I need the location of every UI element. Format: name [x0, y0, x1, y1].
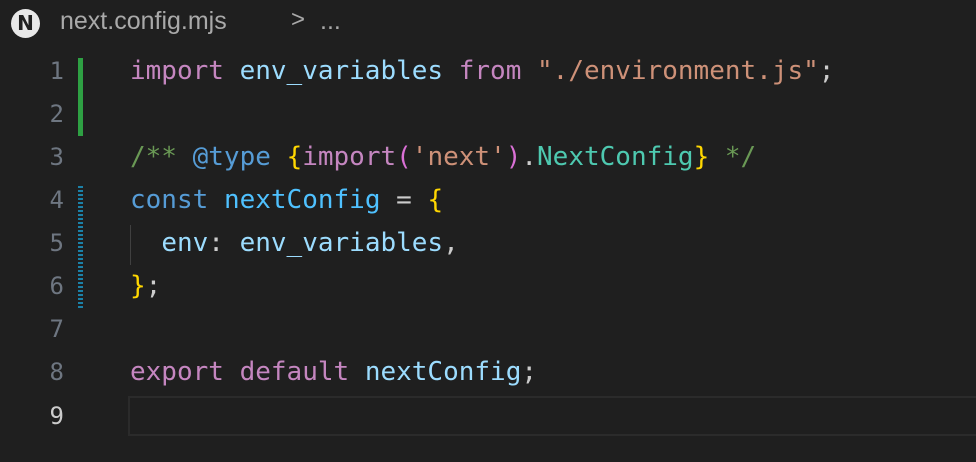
line-number: 2 — [49, 100, 64, 128]
token-punctuation: ; — [521, 357, 538, 387]
code-line-8[interactable]: 8 export default nextConfig; — [0, 351, 976, 394]
line-number: 8 — [49, 358, 64, 386]
token-variable: nextConfig — [364, 357, 522, 387]
token-variable: env_variables — [239, 228, 444, 258]
token-keyword: export — [130, 357, 224, 387]
token-string: 'next' — [411, 142, 506, 172]
token-bracket: { — [427, 185, 444, 215]
token-keyword: from — [458, 56, 522, 86]
token-doc-tag: @type — [192, 142, 271, 172]
line-number: 1 — [49, 57, 64, 85]
token-type: NextConfig — [537, 142, 694, 172]
code-text: const nextConfig = { — [130, 179, 443, 222]
token-operator: = — [380, 185, 428, 215]
token-comment — [271, 142, 287, 172]
token-variable: env_variables — [239, 56, 444, 86]
code-line-6[interactable]: 6 }; — [0, 265, 976, 308]
token-bracket: } — [693, 142, 710, 172]
code-line-9[interactable]: 9 — [0, 395, 976, 438]
code-line-1[interactable]: 1 import env_variables from "./environme… — [0, 50, 976, 93]
token-punctuation: ; — [818, 56, 835, 86]
code-text: }; — [130, 265, 161, 308]
token-punctuation: : — [208, 228, 240, 258]
token-property: env — [161, 228, 209, 258]
token-bracket: } — [130, 271, 146, 301]
line-number: 9 — [49, 402, 64, 430]
token-bracket: ( — [396, 142, 412, 172]
code-line-7[interactable]: 7 — [0, 308, 976, 351]
token-storage: const — [130, 185, 209, 215]
token-variable: nextConfig — [223, 185, 381, 215]
token-bracket: { — [286, 142, 303, 172]
code-text: env: env_variables, — [130, 222, 459, 265]
token-string: "./environment.js" — [537, 56, 819, 86]
token-punctuation: . — [521, 142, 538, 172]
breadcrumb: N next.config.mjs > ... — [0, 0, 976, 46]
breadcrumb-file-name[interactable]: next.config.mjs — [60, 7, 227, 36]
token-keyword: import — [130, 56, 224, 86]
breadcrumb-symbol-ellipsis[interactable]: ... — [320, 7, 341, 36]
line-number: 7 — [49, 315, 64, 343]
line-number: 4 — [49, 186, 64, 214]
chevron-right-icon: > — [291, 6, 306, 33]
token-punctuation: , — [443, 228, 459, 258]
token-punctuation: ; — [145, 271, 162, 301]
token-bracket: ) — [505, 142, 522, 172]
token-comment: */ — [709, 142, 757, 172]
token-keyword: import — [302, 142, 397, 172]
code-line-3[interactable]: 3 /** @type {import('next').NextConfig} … — [0, 136, 976, 179]
token-keyword: default — [239, 357, 350, 387]
line-number: 3 — [49, 143, 64, 171]
line-number: 6 — [49, 272, 64, 300]
line-number: 5 — [49, 229, 64, 257]
code-line-5[interactable]: 5 env: env_variables, — [0, 222, 976, 265]
code-line-4[interactable]: 4 const nextConfig = { — [0, 179, 976, 222]
code-text: export default nextConfig; — [130, 351, 537, 394]
code-text: /** @type {import('next').NextConfig} */ — [130, 136, 756, 179]
nextjs-logo-icon: N — [11, 9, 40, 38]
token-comment: /** — [130, 142, 193, 172]
code-line-2[interactable]: 2 — [0, 93, 976, 136]
code-text: import env_variables from "./environment… — [130, 50, 834, 93]
